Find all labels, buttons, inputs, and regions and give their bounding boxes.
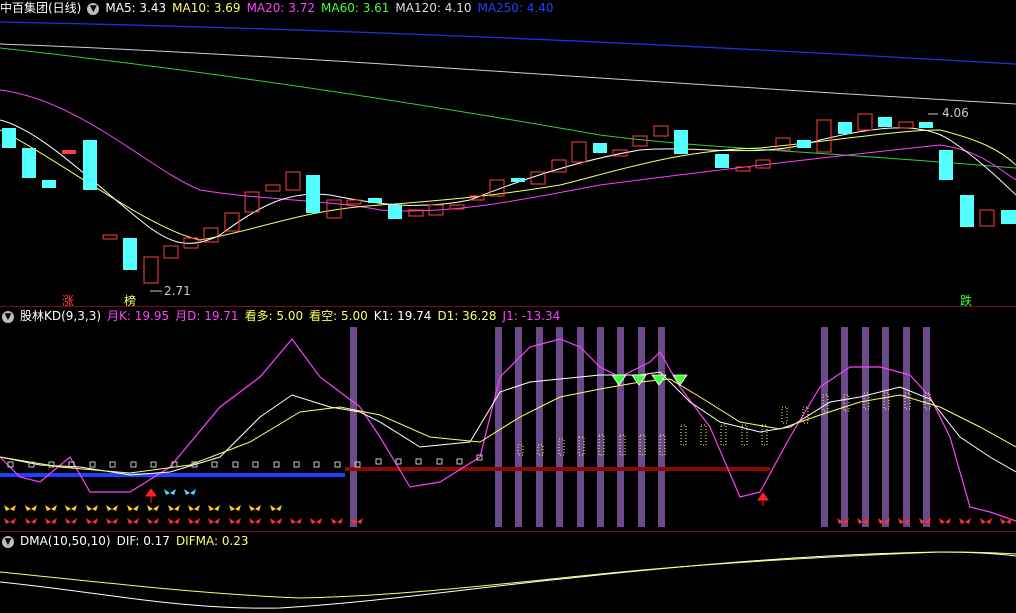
candle (979, 209, 995, 227)
candle (123, 238, 137, 270)
candle (632, 135, 648, 147)
candle (653, 125, 669, 137)
candle (919, 122, 933, 128)
candle (898, 121, 914, 129)
dma-panel[interactable]: ▼ DMA(10,50,10) DIF: 0.17 DIFMA: 0.23 (0, 532, 1016, 613)
candle (797, 140, 811, 148)
candle (878, 117, 892, 127)
candle (857, 113, 873, 131)
kd-chart (0, 327, 1016, 527)
candle (960, 195, 974, 227)
candle (511, 178, 525, 182)
candle (368, 198, 382, 203)
ma5-line (0, 119, 1016, 244)
candle (816, 119, 832, 153)
signal-bars (350, 327, 930, 527)
candle (163, 245, 179, 259)
candle (2, 128, 16, 148)
ma10-line (0, 129, 1016, 241)
ma250-line (0, 21, 1016, 65)
candle (244, 191, 260, 213)
candle (1001, 210, 1016, 224)
low-price-label: 2.71 (164, 284, 191, 298)
candle (22, 148, 36, 178)
candle (265, 184, 281, 192)
candle (102, 234, 118, 240)
dma-dif-line (0, 551, 1016, 609)
candle (285, 171, 301, 191)
candle (571, 141, 587, 163)
candle (674, 130, 688, 154)
buy-arrow-icons (145, 488, 769, 506)
candle (62, 150, 76, 154)
price-chart (0, 21, 1016, 292)
red-band (345, 467, 770, 471)
kd-panel[interactable]: ▼ 股林KD(9,3,3) 月K: 19.95 月D: 19.71 看多: 5.00 看空… (0, 307, 1016, 531)
candle (593, 143, 607, 153)
candle (388, 205, 402, 219)
candle (224, 212, 240, 232)
candle (83, 140, 97, 190)
candle (203, 227, 219, 243)
dma-difma-line (0, 551, 1016, 599)
candle (42, 180, 56, 188)
candle (939, 150, 953, 180)
blue-band (0, 473, 345, 477)
candle (838, 122, 852, 134)
candle (306, 175, 320, 213)
candle (143, 256, 159, 284)
price-panel[interactable]: 中百集团(日线) ▼ MA5: 3.43 MA10: 3.69 MA20: 3.72 MA… (0, 0, 1016, 308)
high-price-label: 4.06 (942, 106, 969, 120)
dma-chart (0, 551, 1016, 609)
small-square-markers (7, 454, 483, 468)
ma120-line (0, 43, 1016, 105)
ma60-line (0, 47, 1016, 169)
candle (715, 154, 729, 168)
